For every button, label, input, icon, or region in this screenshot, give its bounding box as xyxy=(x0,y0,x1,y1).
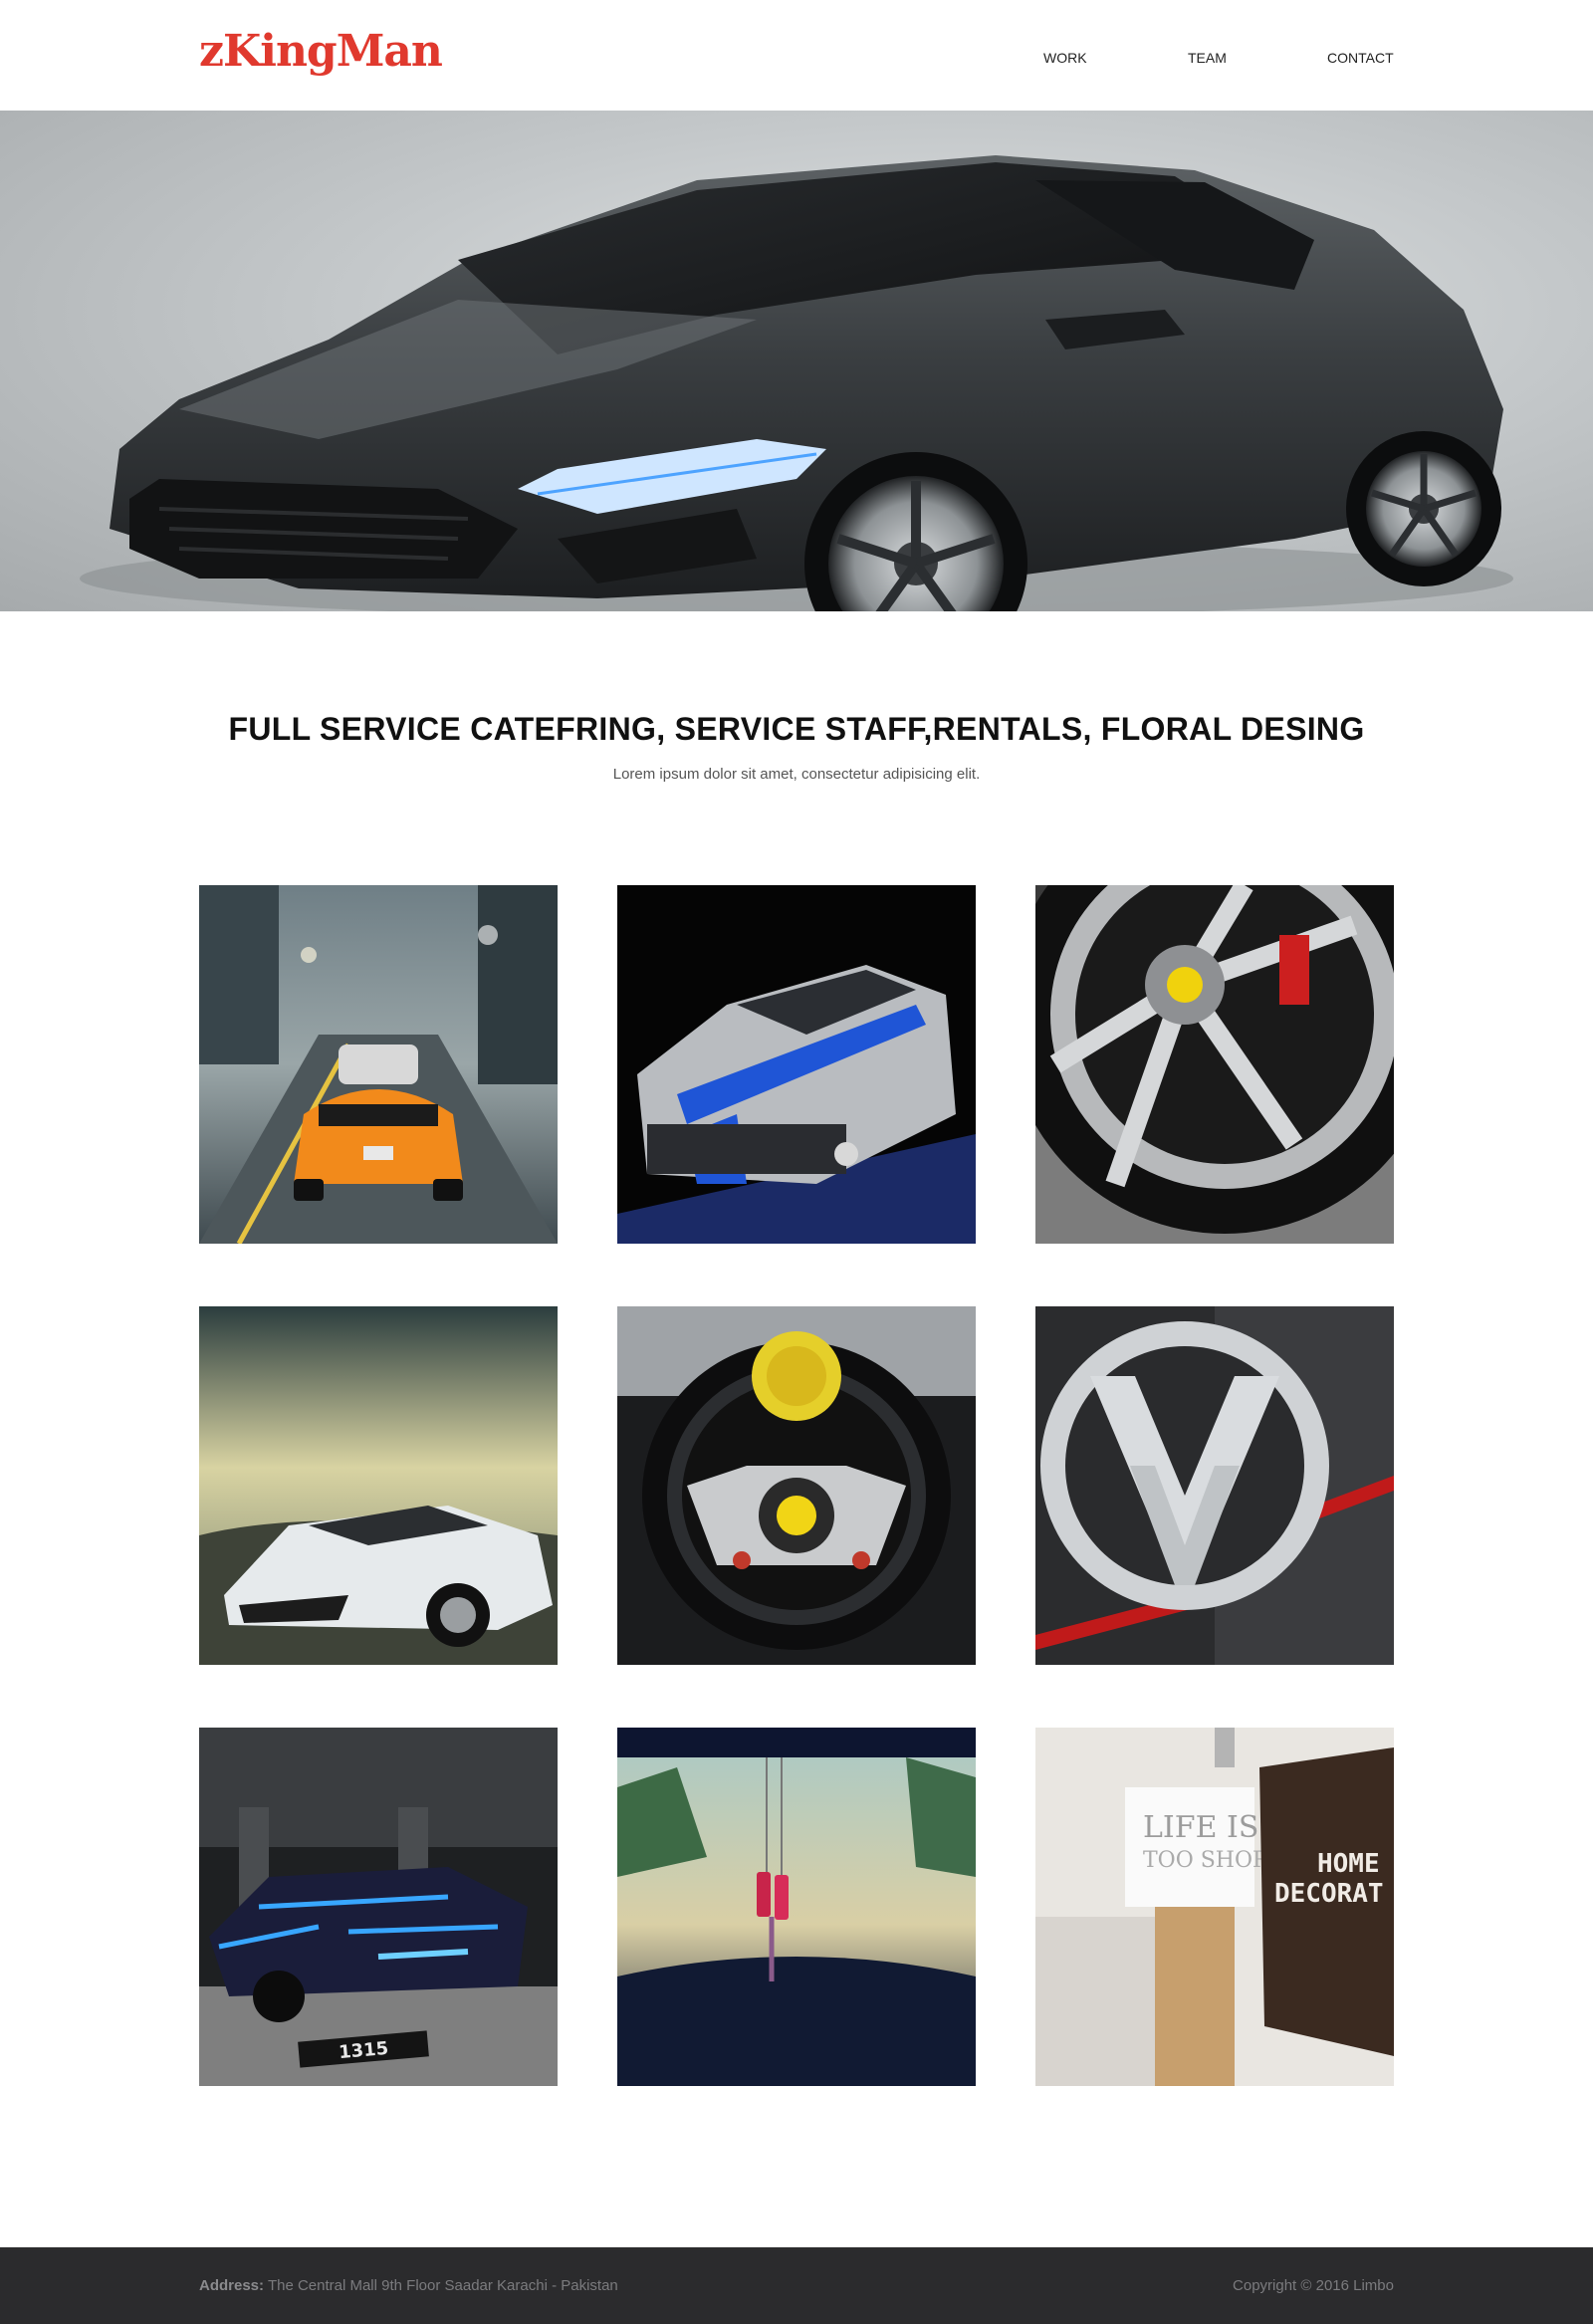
gallery-tile-orange-supercar[interactable] xyxy=(199,885,558,1244)
gallery-tile-steering-wheel[interactable] xyxy=(617,1306,976,1665)
address-label: Address: xyxy=(199,2277,265,2294)
gallery-tile-rearview-charm[interactable] xyxy=(617,1728,976,2086)
gallery-tile-neon-car[interactable]: 1315 xyxy=(199,1728,558,2086)
striped-muscle-car-image xyxy=(617,885,976,1244)
gallery-tile-vw-emblem[interactable] xyxy=(1035,1306,1394,1665)
nav-link-work[interactable]: WORK xyxy=(1043,50,1087,66)
photo-gallery: 1315 LIFE IS TOO SHORT HOME DECORAT xyxy=(199,885,1394,2086)
gallery-tile-wheel[interactable] xyxy=(1035,885,1394,1244)
site-header: zKingMan WORK TEAM CONTACT xyxy=(0,0,1593,111)
life-is-text: LIFE IS xyxy=(1143,1810,1258,1845)
parking-spot-number: 1315 xyxy=(338,2038,389,2063)
neon-car-parking-image: 1315 xyxy=(199,1728,558,2086)
hero-sports-car-image xyxy=(80,155,1513,611)
intro-subtitle: Lorem ipsum dolor sit amet, consectetur … xyxy=(612,766,981,783)
home-sign-text-1: HOME xyxy=(1317,1849,1380,1879)
intro-title: FULL SERVICE CATEFRING, SERVICE STAFF,RE… xyxy=(228,711,1365,747)
nav-link-contact[interactable]: CONTACT xyxy=(1327,50,1394,66)
footer-copyright: Copyright © 2016 Limbo xyxy=(1233,2277,1394,2294)
site-footer: Address: The Central Mall 9th Floor Saad… xyxy=(0,2247,1593,2324)
footer-address: Address: The Central Mall 9th Floor Saad… xyxy=(199,2277,618,2294)
vw-emblem-image xyxy=(1035,1306,1394,1665)
alloy-wheel-image xyxy=(1035,885,1394,1244)
gallery-tile-muscle-car[interactable] xyxy=(617,885,976,1244)
home-decor-image: LIFE IS TOO SHORT HOME DECORAT xyxy=(1035,1728,1394,2086)
site-logo[interactable]: zKingMan xyxy=(199,30,443,74)
orange-supercar-image xyxy=(199,885,558,1244)
steering-wheel-image xyxy=(617,1306,976,1665)
gallery-tile-white-lamborghini[interactable] xyxy=(199,1306,558,1665)
address-text: The Central Mall 9th Floor Saadar Karach… xyxy=(267,2277,618,2294)
white-lamborghini-image xyxy=(199,1306,558,1665)
rearview-charm-image xyxy=(617,1728,976,2086)
hero-banner xyxy=(0,111,1593,611)
home-sign-text-2: DECORAT xyxy=(1274,1879,1384,1909)
nav-link-team[interactable]: TEAM xyxy=(1188,50,1227,66)
gallery-tile-home-decor[interactable]: LIFE IS TOO SHORT HOME DECORAT xyxy=(1035,1728,1394,2086)
